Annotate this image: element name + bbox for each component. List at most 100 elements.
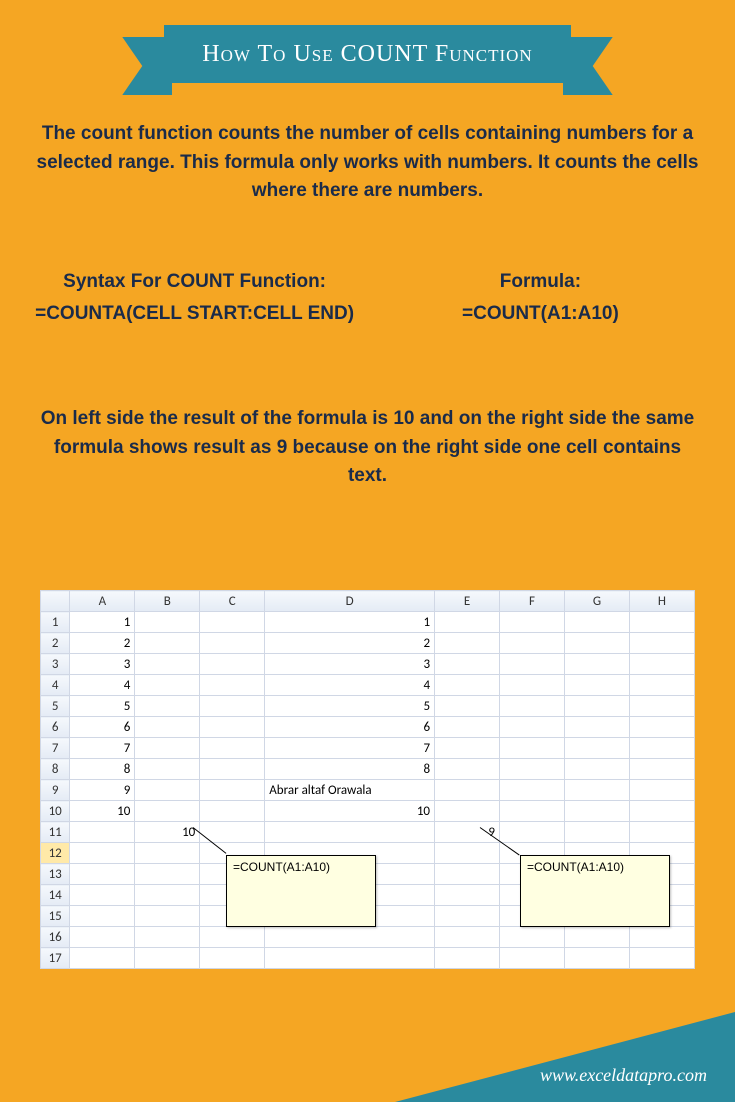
cell[interactable]: 10 [135, 822, 200, 843]
row-header[interactable]: 4 [41, 675, 70, 696]
cell[interactable] [500, 738, 565, 759]
cell[interactable]: 2 [265, 633, 435, 654]
cell[interactable] [564, 738, 629, 759]
col-header[interactable]: D [265, 591, 435, 612]
row-header[interactable]: 15 [41, 906, 70, 927]
cell[interactable] [500, 717, 565, 738]
cell[interactable] [435, 612, 500, 633]
cell[interactable] [500, 927, 565, 948]
row-header[interactable]: 6 [41, 717, 70, 738]
cell[interactable] [70, 864, 135, 885]
cell[interactable] [135, 654, 200, 675]
cell[interactable] [200, 654, 265, 675]
cell[interactable] [435, 906, 500, 927]
cell[interactable] [500, 633, 565, 654]
cell[interactable] [564, 822, 629, 843]
cell[interactable]: 2 [70, 633, 135, 654]
cell[interactable] [70, 843, 135, 864]
cell[interactable] [564, 780, 629, 801]
cell[interactable]: 9 [435, 822, 500, 843]
cell[interactable] [200, 780, 265, 801]
cell[interactable]: 9 [70, 780, 135, 801]
cell[interactable] [435, 927, 500, 948]
cell[interactable] [500, 780, 565, 801]
cell[interactable] [629, 927, 694, 948]
cell[interactable] [629, 633, 694, 654]
cell[interactable]: 7 [70, 738, 135, 759]
col-header[interactable]: E [435, 591, 500, 612]
cell[interactable] [564, 759, 629, 780]
cell[interactable] [135, 696, 200, 717]
cell[interactable] [135, 948, 200, 969]
row-header[interactable]: 10 [41, 801, 70, 822]
col-header[interactable]: H [629, 591, 694, 612]
cell[interactable] [564, 612, 629, 633]
row-header[interactable]: 17 [41, 948, 70, 969]
cell[interactable]: 8 [70, 759, 135, 780]
cell[interactable] [435, 738, 500, 759]
row-header[interactable]: 1 [41, 612, 70, 633]
cell[interactable]: 7 [265, 738, 435, 759]
cell[interactable] [200, 696, 265, 717]
cell[interactable] [435, 696, 500, 717]
cell[interactable]: 4 [265, 675, 435, 696]
cell[interactable] [200, 927, 265, 948]
cell[interactable]: 5 [70, 696, 135, 717]
cell[interactable]: 8 [265, 759, 435, 780]
cell[interactable]: Abrar altaf Orawala [265, 780, 435, 801]
cell[interactable] [435, 801, 500, 822]
cell[interactable] [200, 801, 265, 822]
cell[interactable] [265, 927, 435, 948]
cell[interactable] [629, 948, 694, 969]
cell[interactable] [200, 675, 265, 696]
cell[interactable] [564, 633, 629, 654]
cell[interactable] [135, 759, 200, 780]
cell[interactable] [500, 822, 565, 843]
cell[interactable] [629, 759, 694, 780]
cell[interactable] [200, 759, 265, 780]
cell[interactable] [70, 906, 135, 927]
cell[interactable] [564, 654, 629, 675]
cell[interactable] [200, 633, 265, 654]
col-header[interactable]: G [564, 591, 629, 612]
row-header[interactable]: 5 [41, 696, 70, 717]
cell[interactable] [435, 654, 500, 675]
cell[interactable] [435, 843, 500, 864]
cell[interactable] [70, 927, 135, 948]
cell[interactable] [135, 885, 200, 906]
row-header[interactable]: 7 [41, 738, 70, 759]
cell[interactable]: 3 [70, 654, 135, 675]
cell[interactable] [135, 738, 200, 759]
cell[interactable] [435, 885, 500, 906]
cell[interactable] [135, 633, 200, 654]
col-header[interactable]: C [200, 591, 265, 612]
cell[interactable] [629, 780, 694, 801]
cell[interactable]: 1 [70, 612, 135, 633]
cell[interactable] [564, 675, 629, 696]
cell[interactable] [70, 885, 135, 906]
cell[interactable] [629, 822, 694, 843]
col-header[interactable]: B [135, 591, 200, 612]
cell[interactable] [135, 906, 200, 927]
corner-cell[interactable] [41, 591, 70, 612]
cell[interactable] [135, 612, 200, 633]
cell[interactable] [629, 696, 694, 717]
row-header[interactable]: 12 [41, 843, 70, 864]
cell[interactable] [564, 801, 629, 822]
cell[interactable]: 6 [70, 717, 135, 738]
cell[interactable] [135, 780, 200, 801]
cell[interactable] [629, 801, 694, 822]
cell[interactable] [564, 696, 629, 717]
cell[interactable] [500, 948, 565, 969]
cell[interactable] [500, 801, 565, 822]
cell[interactable] [500, 696, 565, 717]
cell[interactable] [435, 633, 500, 654]
cell[interactable]: 1 [265, 612, 435, 633]
cell[interactable]: 3 [265, 654, 435, 675]
cell[interactable] [70, 822, 135, 843]
cell[interactable]: 10 [265, 801, 435, 822]
cell[interactable] [265, 948, 435, 969]
cell[interactable] [200, 612, 265, 633]
cell[interactable] [629, 675, 694, 696]
cell[interactable] [135, 864, 200, 885]
